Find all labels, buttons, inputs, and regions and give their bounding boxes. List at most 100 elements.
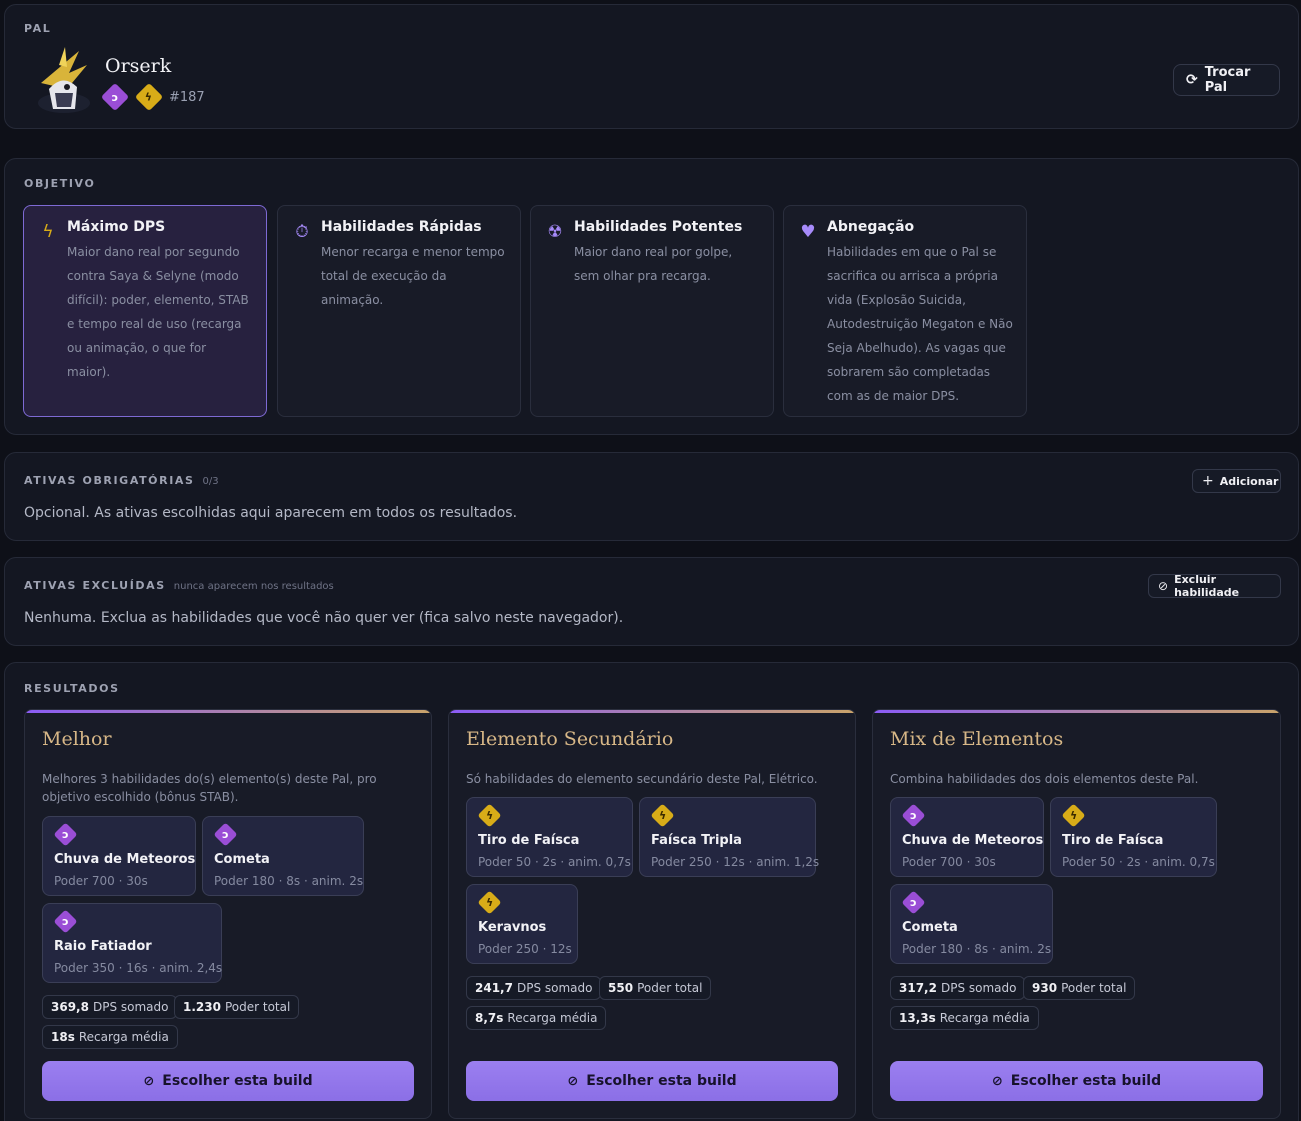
stat-label: DPS somado — [516, 981, 593, 995]
stat-dps: 241,7 DPS somado — [466, 976, 602, 1000]
required-label-text: ATIVAS OBRIGATÓRIAS — [24, 474, 195, 487]
objective-option-fast-skills[interactable]: ⏱ Habilidades Rápidas Menor recarga e me… — [277, 205, 521, 417]
dragon-element-icon: ↄ — [213, 822, 238, 847]
dragon-element-icon: ↄ — [53, 909, 78, 934]
skill-name: Tiro de Faísca — [478, 833, 580, 848]
excluded-label-text: ATIVAS EXCLUÍDAS — [24, 579, 166, 592]
build-card-accent — [25, 710, 431, 713]
stat-cooldown: 13,3s Recarga média — [890, 1006, 1039, 1030]
stat-value: 317,2 — [899, 981, 937, 995]
stat-value: 13,3s — [899, 1011, 936, 1025]
objective-option-desc: Maior dano real por segundo contra Saya … — [67, 245, 249, 379]
stat-dps: 369,8 DPS somado — [42, 995, 178, 1019]
required-section-label: ATIVAS OBRIGATÓRIAS 0/3 — [24, 474, 219, 487]
excluded-subtitle: nunca aparecem nos resultados — [173, 581, 334, 592]
skill-name: Raio Fatiador — [54, 939, 152, 954]
skill-stats: Poder 250 · 12s · anim. 1,2s — [651, 855, 820, 869]
stat-cooldown: 8,7s Recarga média — [466, 1006, 607, 1030]
build-desc: Melhores 3 habilidades do(s) elemento(s)… — [42, 772, 377, 804]
check-circle-icon: ⊘ — [143, 1073, 155, 1089]
objective-option-desc: Habilidades em que o Pal se sacrifica ou… — [827, 245, 1013, 403]
results-section: RESULTADOS Melhor Melhores 3 habilidades… — [4, 662, 1299, 1121]
broken-heart-icon: ♥ — [800, 222, 816, 242]
skill-card[interactable]: ϟ Tiro de Faísca Poder 50 · 2s · anim. 0… — [466, 797, 633, 877]
stat-power: 930 Poder total — [1023, 976, 1136, 1000]
plus-icon: + — [1202, 473, 1214, 489]
objective-option-self-sacrifice[interactable]: ♥ Abnegação Habilidades em que o Pal se … — [783, 205, 1027, 417]
build-desc: Combina habilidades dos dois elementos d… — [890, 772, 1199, 786]
exclude-skill-button[interactable]: ⊘ Excluir habilidade — [1148, 573, 1281, 599]
objective-option-desc: Menor recarga e menor tempo total de exe… — [321, 245, 505, 307]
electric-element-icon: ϟ — [134, 82, 164, 112]
skill-card[interactable]: ϟ Keravnos Poder 250 · 12s — [466, 884, 578, 964]
skill-card[interactable]: ϟ Faísca Tripla Poder 250 · 12s · anim. … — [639, 797, 820, 877]
dragon-element-icon: ↄ — [53, 822, 78, 847]
skill-stats: Poder 50 · 2s · anim. 0,7s — [1062, 855, 1215, 869]
skill-stats: Poder 350 · 16s · anim. 2,4s — [54, 961, 223, 975]
objective-section: OBJETIVO ϟ Máximo DPS Maior dano real po… — [4, 158, 1299, 435]
check-circle-icon: ⊘ — [567, 1073, 579, 1089]
objective-section-label: OBJETIVO — [24, 177, 96, 190]
objective-option-title: Abnegação — [827, 219, 915, 235]
skill-card[interactable]: ϟ Tiro de Faísca Poder 50 · 2s · anim. 0… — [1050, 797, 1217, 877]
add-required-button[interactable]: + Adicionar — [1192, 469, 1281, 493]
build-card-accent — [449, 710, 855, 713]
dragon-element-icon: ↄ — [901, 803, 926, 828]
excluded-section: ATIVAS EXCLUÍDAS nunca aparecem nos resul… — [4, 557, 1299, 646]
skill-stats: Poder 50 · 2s · anim. 0,7s — [478, 855, 631, 869]
excluded-help-text: Nenhuma. Exclua as habilidades que você … — [24, 610, 624, 626]
choose-build-label: Escolher esta build — [1010, 1073, 1162, 1089]
build-title: Melhor — [42, 728, 112, 750]
stat-value: 18s — [51, 1030, 75, 1044]
electric-element-icon: ϟ — [477, 890, 502, 915]
objective-option-max-dps[interactable]: ϟ Máximo DPS Maior dano real por segundo… — [23, 205, 267, 417]
skill-name: Chuva de Meteoros — [902, 833, 1044, 848]
skill-name: Cometa — [902, 920, 958, 935]
required-count: 0/3 — [202, 476, 219, 487]
electric-element-icon: ϟ — [650, 803, 675, 828]
stat-label: Poder total — [637, 981, 703, 995]
stat-value: 930 — [1032, 981, 1058, 995]
stat-label: Recarga média — [78, 1030, 169, 1044]
dragon-element-icon: ↄ — [100, 82, 130, 112]
block-icon: ⊘ — [1158, 579, 1169, 593]
stat-power: 1.230 Poder total — [174, 995, 300, 1019]
build-title: Elemento Secundário — [466, 728, 674, 750]
choose-build-button[interactable]: ⊘ Escolher esta build — [890, 1061, 1263, 1101]
choose-build-label: Escolher esta build — [162, 1073, 313, 1089]
dragon-element-icon: ↄ — [901, 890, 926, 915]
skill-stats: Poder 250 · 12s — [478, 942, 572, 956]
required-help-text: Opcional. As ativas escolhidas aqui apar… — [24, 505, 518, 521]
skill-card[interactable]: ↄ Cometa Poder 180 · 8s · anim. 2s — [202, 816, 364, 896]
stat-cooldown: 18s Recarga média — [42, 1025, 178, 1049]
skill-name: Cometa — [214, 852, 270, 867]
stat-dps: 317,2 DPS somado — [890, 976, 1026, 1000]
objective-option-powerful-skills[interactable]: ☢ Habilidades Potentes Maior dano real p… — [530, 205, 774, 417]
pal-portrait — [29, 43, 99, 119]
refresh-icon: ⟳ — [1186, 72, 1198, 88]
objective-option-title: Habilidades Potentes — [574, 219, 743, 235]
pal-section-label: PAL — [24, 22, 52, 35]
skill-card[interactable]: ↄ Chuva de Meteoros Poder 700 · 30s — [890, 797, 1044, 877]
skill-name: Tiro de Faísca — [1062, 833, 1164, 848]
skill-stats: Poder 180 · 8s · anim. 2s — [214, 874, 364, 888]
choose-build-button[interactable]: ⊘ Escolher esta build — [466, 1061, 838, 1101]
add-required-label: Adicionar — [1219, 474, 1279, 488]
results-section-label: RESULTADOS — [24, 682, 120, 695]
build-card-element-mix: Mix de Elementos Combina habilidades dos… — [872, 709, 1281, 1119]
choose-build-label: Escolher esta build — [586, 1073, 737, 1089]
lightning-icon: ϟ — [42, 222, 54, 242]
change-pal-button[interactable]: ⟳ Trocar Pal — [1173, 64, 1280, 96]
stat-value: 1.230 — [183, 1000, 221, 1014]
stat-label: Recarga média — [507, 1011, 598, 1025]
skill-card[interactable]: ↄ Chuva de Meteoros Poder 700 · 30s — [42, 816, 196, 896]
build-card-best: Melhor Melhores 3 habilidades do(s) elem… — [24, 709, 432, 1119]
skill-name: Chuva de Meteoros — [54, 852, 196, 867]
skill-card[interactable]: ↄ Cometa Poder 180 · 8s · anim. 2s — [890, 884, 1053, 964]
choose-build-button[interactable]: ⊘ Escolher esta build — [42, 1061, 414, 1101]
pal-name: Orserk — [105, 55, 172, 77]
skill-card[interactable]: ↄ Raio Fatiador Poder 350 · 16s · anim. … — [42, 903, 222, 983]
build-desc: Só habilidades do elemento secundário de… — [466, 772, 818, 786]
stat-value: 369,8 — [51, 1000, 89, 1014]
electric-element-icon: ϟ — [477, 803, 502, 828]
